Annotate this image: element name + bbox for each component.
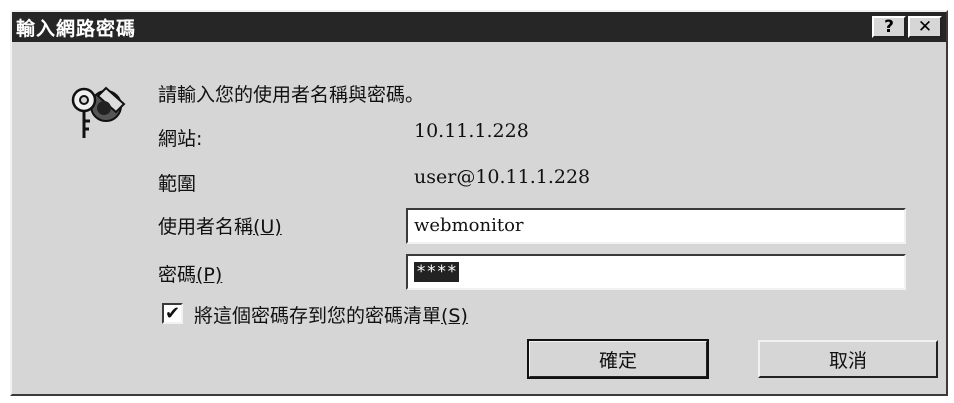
save-password-label[interactable]: 將這個密碼存到您的密碼清單(S) (194, 301, 468, 328)
window-title: 輸入網路密碼 (16, 17, 137, 40)
save-password-checkbox[interactable]: ✔ (162, 303, 183, 324)
password-label-text: 密碼 (158, 264, 197, 286)
key-lock-icon (71, 86, 126, 138)
ok-button[interactable]: 確定 (527, 339, 709, 379)
username-field[interactable]: webmonitor (406, 208, 906, 244)
password-field[interactable]: **** (406, 254, 906, 290)
password-value: **** (414, 262, 459, 282)
checkmark-icon: ✔ (164, 302, 181, 324)
realm-label: 範圍 (158, 173, 197, 195)
save-password-accesskey: (S) (441, 305, 468, 327)
site-label: 網站: (158, 128, 203, 150)
username-label-text: 使用者名稱 (158, 216, 254, 238)
close-button[interactable]: ✕ (908, 16, 942, 38)
prompt-text: 請輸入您的使用者名稱與密碼。 (158, 84, 425, 106)
network-password-dialog: 輸入網路密碼 ? ✕ 請輸入您的使用者名稱與密碼。 網站: 10.11.1.22… (10, 10, 948, 396)
password-accesskey: (P) (196, 264, 223, 286)
cancel-button[interactable]: 取消 (758, 340, 938, 378)
realm-value: user@10.11.1.228 (414, 166, 591, 188)
title-bar[interactable]: 輸入網路密碼 ? ✕ (12, 12, 946, 42)
save-password-label-text: 將這個密碼存到您的密碼清單 (194, 305, 442, 327)
password-label: 密碼(P) (158, 260, 222, 287)
username-label: 使用者名稱(U) (158, 212, 282, 239)
site-value: 10.11.1.228 (414, 120, 529, 142)
help-button[interactable]: ? (872, 16, 906, 38)
username-accesskey: (U) (253, 216, 282, 238)
username-value: webmonitor (414, 215, 524, 236)
